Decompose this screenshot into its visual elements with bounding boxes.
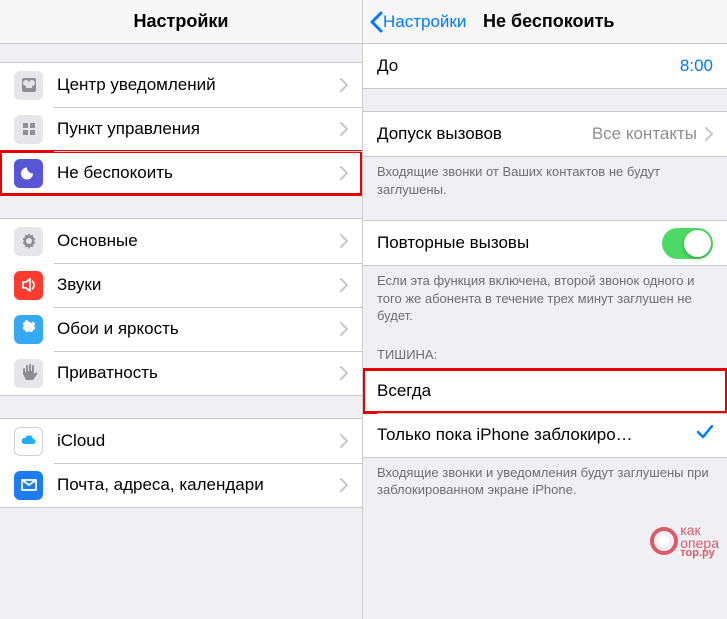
settings-row-cloud[interactable]: iCloud: [0, 419, 362, 463]
allow-calls-row[interactable]: Допуск вызовов Все контакты: [363, 112, 727, 156]
group-1: Центр уведомлений Пункт управления Не бесп…: [0, 62, 362, 196]
repeat-calls-row[interactable]: Повторные вызовы: [363, 221, 727, 265]
group-3: iCloud Почта, адреса, календари: [0, 418, 362, 508]
until-row-group: До 8:00: [363, 44, 727, 89]
hand-icon: [14, 359, 43, 388]
until-label: До: [377, 56, 672, 76]
watermark: как опера тор.ру: [650, 524, 719, 559]
gear-icon: [14, 227, 43, 256]
speaker-icon: [14, 271, 43, 300]
chevron-right-icon: [340, 322, 348, 336]
dnd-detail-pane: Настройки Не беспокоить До 8:00 Допуск в…: [363, 0, 727, 619]
repeat-calls-switch[interactable]: [662, 228, 713, 259]
back-label: Настройки: [383, 12, 466, 32]
repeat-calls-note: Если эта функция включена, второй звонок…: [363, 266, 727, 325]
silence-always-label: Всегда: [377, 381, 713, 401]
back-button[interactable]: Настройки: [363, 11, 466, 33]
row-label: Пункт управления: [57, 119, 332, 139]
settings-row-speaker[interactable]: Звуки: [0, 263, 362, 307]
chevron-right-icon: [340, 434, 348, 448]
silence-always-row[interactable]: Всегда: [363, 369, 727, 413]
settings-row-control[interactable]: Пункт управления: [0, 107, 362, 151]
chevron-right-icon: [340, 166, 348, 180]
row-label: Звуки: [57, 275, 332, 295]
navbar-left: Настройки: [0, 0, 362, 44]
settings-row-hand[interactable]: Приватность: [0, 351, 362, 395]
chevron-right-icon: [340, 366, 348, 380]
silence-header: ТИШИНА:: [363, 347, 727, 368]
until-row[interactable]: До 8:00: [363, 44, 727, 88]
settings-row-gear[interactable]: Основные: [0, 219, 362, 263]
allow-group: Допуск вызовов Все контакты Входящие зво…: [363, 111, 727, 198]
settings-row-flower[interactable]: Обои и яркость: [0, 307, 362, 351]
row-label: iCloud: [57, 431, 332, 451]
allow-calls-label: Допуск вызовов: [377, 124, 584, 144]
control-icon: [14, 115, 43, 144]
watermark-logo-icon: [650, 527, 678, 555]
silence-group: ТИШИНА: Всегда Только пока iPhone заблок…: [363, 347, 727, 499]
chevron-right-icon: [340, 122, 348, 136]
navbar-right: Настройки Не беспокоить: [363, 0, 727, 44]
row-label: Обои и яркость: [57, 319, 332, 339]
allow-calls-note: Входящие звонки от Ваших контактов не бу…: [363, 157, 727, 198]
group-2: Основные Звуки Обои и яркость Приватность: [0, 218, 362, 396]
silence-locked-note: Входящие звонки и уведомления будут загл…: [363, 458, 727, 499]
flower-icon: [14, 315, 43, 344]
row-label: Основные: [57, 231, 332, 251]
chevron-right-icon: [340, 278, 348, 292]
moon-icon: [14, 159, 43, 188]
chevron-left-icon: [369, 11, 383, 33]
settings-row-mail[interactable]: Почта, адреса, календари: [0, 463, 362, 507]
chevron-right-icon: [340, 478, 348, 492]
allow-calls-value: Все контакты: [592, 124, 697, 144]
row-label: Почта, адреса, календари: [57, 475, 332, 495]
navbar-title: Настройки: [0, 11, 362, 32]
chevron-right-icon: [705, 127, 713, 141]
cloud-icon: [14, 427, 43, 456]
silence-locked-label: Только пока iPhone заблокиро…: [377, 425, 689, 445]
settings-row-moon[interactable]: Не беспокоить: [0, 151, 362, 195]
chevron-right-icon: [340, 78, 348, 92]
settings-row-notification[interactable]: Центр уведомлений: [0, 63, 362, 107]
chevron-right-icon: [340, 234, 348, 248]
navbar-title: Не беспокоить: [483, 11, 717, 32]
row-label: Приватность: [57, 363, 332, 383]
until-value: 8:00: [680, 56, 713, 76]
silence-locked-row[interactable]: Только пока iPhone заблокиро…: [363, 413, 727, 457]
mail-icon: [14, 471, 43, 500]
row-label: Центр уведомлений: [57, 75, 332, 95]
row-label: Не беспокоить: [57, 163, 332, 183]
notification-icon: [14, 71, 43, 100]
checkmark-icon: [697, 425, 713, 444]
settings-list-pane: Настройки Центр уведомлений Пункт управле…: [0, 0, 363, 619]
repeat-group: Повторные вызовы Если эта функция включе…: [363, 220, 727, 325]
repeat-calls-label: Повторные вызовы: [377, 233, 662, 253]
